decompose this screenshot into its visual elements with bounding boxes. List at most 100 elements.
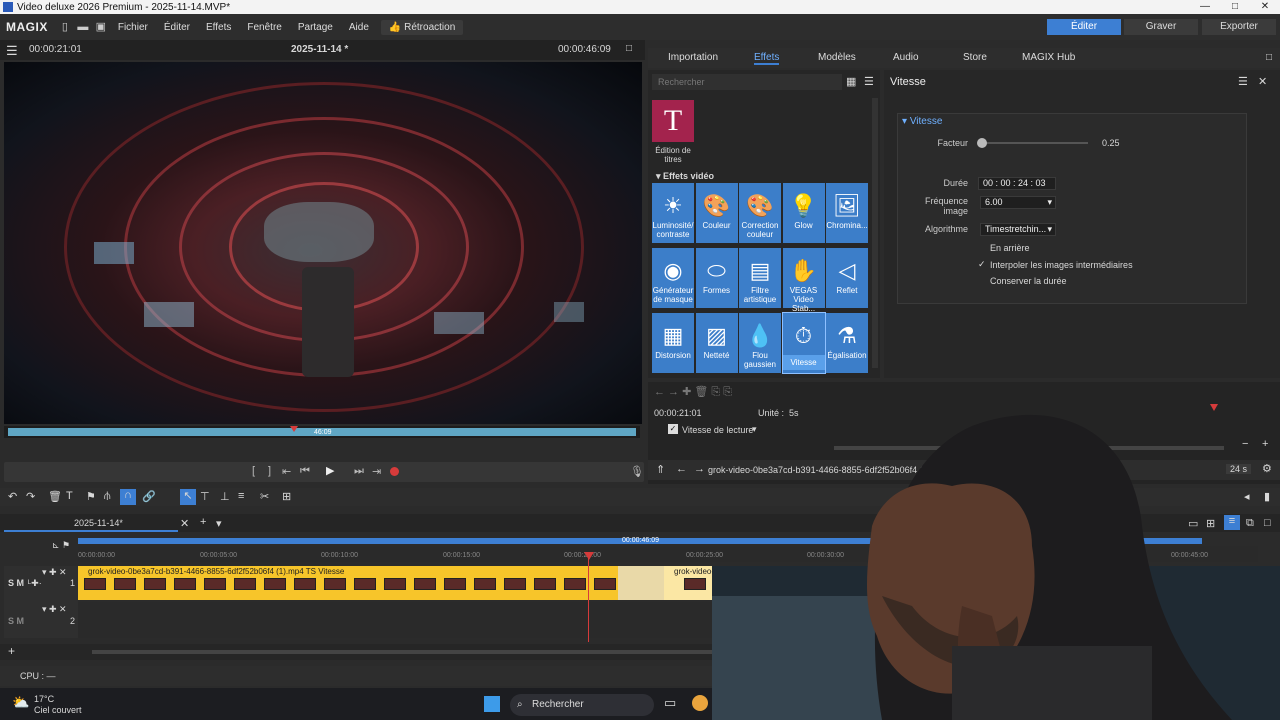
tab-modeles[interactable]: Modèles — [818, 52, 856, 63]
menu-effets[interactable]: Effets — [198, 22, 239, 33]
mark-out-icon[interactable]: ] — [268, 465, 271, 477]
track1-solo-mute[interactable]: S M — [8, 578, 24, 588]
frequence-select[interactable]: 6.00 ▾ — [980, 196, 1056, 209]
clip-transition[interactable] — [618, 566, 664, 600]
link-icon[interactable]: 🔗 — [142, 490, 156, 503]
microphone-icon[interactable]: 🎙 — [630, 465, 644, 478]
effect-tile-shapes[interactable]: ⬭ Formes — [695, 248, 738, 308]
mode-graver-button[interactable]: Graver — [1124, 19, 1198, 35]
effect-tile-color[interactable]: 🎨 Couleur — [695, 183, 738, 243]
marker-icon[interactable]: ⚑ — [86, 490, 96, 503]
effect-tile-sharpness[interactable]: ▨ Netteté — [695, 313, 738, 373]
record-button[interactable] — [390, 467, 399, 476]
text-icon[interactable]: T — [66, 490, 73, 502]
effect-tile-equalization[interactable]: ⚗ Égalisation — [826, 313, 868, 373]
title-editing-tile[interactable]: T — [652, 100, 694, 142]
hamburger-menu-icon[interactable]: ☰ — [6, 43, 18, 59]
mark-in-icon[interactable]: [ — [252, 465, 255, 477]
effects-search-input[interactable]: Rechercher — [652, 74, 842, 90]
minimize-button[interactable]: — — [1190, 0, 1220, 14]
fit-icon[interactable]: ⊞ — [282, 490, 291, 503]
trim-icon[interactable]: ⊤ — [200, 490, 210, 503]
kf-toolbar-icons[interactable]: ← → ✚ 🗑 ⎘ ⎘ — [654, 385, 732, 399]
weather-icon[interactable]: ⛅ — [12, 694, 29, 711]
menu-editer[interactable]: Éditer — [156, 22, 198, 33]
tab-audio[interactable]: Audio — [893, 52, 919, 63]
effect-tile-gaussian-blur[interactable]: 💧 Flou gaussien — [739, 313, 781, 373]
prev-marker-icon[interactable]: ⏮ — [300, 465, 310, 478]
effect-tile-vitesse[interactable]: ⏱ Vitesse — [781, 312, 826, 374]
video-preview[interactable] — [4, 62, 642, 424]
pointer-icon[interactable]: ↖ — [180, 489, 196, 505]
timeline-scrollbar[interactable] — [92, 650, 712, 654]
track2-solo-mute[interactable]: S M — [8, 616, 24, 626]
effect-tile-artistic-filter[interactable]: ▤ Filtre artistique — [739, 248, 781, 308]
save-icon[interactable]: ▣ — [95, 21, 107, 33]
menu-partage[interactable]: Partage — [290, 22, 341, 33]
vitesse-lecture-checkbox[interactable]: ✓ — [668, 424, 678, 434]
track1-controls[interactable]: ▾ ✚ ✕ — [42, 567, 67, 578]
open-folder-icon[interactable]: ▬ — [77, 21, 89, 33]
taskbar-search[interactable]: ⌕ Rechercher — [510, 694, 654, 716]
undo-icon[interactable]: ↶ — [8, 490, 17, 503]
tab-effets[interactable]: Effets — [754, 52, 780, 65]
tab-magix-hub[interactable]: MAGIX Hub — [1022, 52, 1075, 63]
mode-exporter-button[interactable]: Exporter — [1202, 19, 1276, 35]
panel-menu-icon[interactable]: ☰ — [1238, 75, 1248, 88]
menu-fenetre[interactable]: Fenêtre — [239, 22, 289, 33]
timeline-playhead[interactable] — [588, 556, 589, 642]
track2-controls[interactable]: ▾ ✚ ✕ — [42, 604, 67, 615]
tab-store[interactable]: Store — [963, 52, 987, 63]
section-video-effects[interactable]: ▾ Effets vidéo — [656, 171, 714, 182]
effects-scrollbar[interactable] — [872, 98, 878, 368]
facteur-slider-thumb[interactable] — [977, 138, 987, 148]
maximize-button[interactable]: □ — [1220, 0, 1250, 14]
add-tab-icon[interactable]: + — [200, 516, 206, 528]
goto-end-icon[interactable]: ⇥ — [372, 465, 381, 478]
next-marker-icon[interactable]: ⏭ — [354, 465, 364, 478]
effect-tile-color-correction[interactable]: 🎨 Correction couleur — [739, 183, 781, 243]
effect-tile-glow[interactable]: 💡 Glow — [782, 183, 825, 243]
menu-fichier[interactable]: Fichier — [110, 22, 156, 33]
add-track-icon[interactable]: + — [8, 644, 15, 658]
panel-maximize-icon[interactable]: □ — [1266, 52, 1272, 63]
delete-icon[interactable]: 🗑 — [48, 490, 62, 503]
ripple-icon[interactable]: ⊥ — [220, 490, 230, 503]
conserver-checkbox[interactable] — [978, 276, 987, 285]
close-button[interactable]: ✕ — [1250, 0, 1280, 14]
redo-icon[interactable]: ↷ — [26, 490, 35, 503]
cut-icon[interactable]: ✂ — [260, 490, 269, 503]
scrub-playhead[interactable] — [290, 426, 298, 432]
close-tab-icon[interactable]: ✕ — [180, 517, 189, 530]
timeline-playhead-marker[interactable] — [584, 552, 594, 560]
effect-tile-distortion[interactable]: ▦ Distorsion — [652, 313, 694, 373]
effect-tile-mask-generator[interactable]: ◉ Générateur de masque — [652, 248, 694, 308]
nav-right-icon[interactable]: → — [694, 463, 705, 475]
menu-aide[interactable]: Aide — [341, 22, 377, 33]
effect-tile-reflection[interactable]: ◁ Reflet — [826, 248, 868, 308]
duree-field[interactable]: 00 : 00 : 24 : 03 — [978, 177, 1056, 190]
windows-start-icon[interactable] — [484, 696, 500, 712]
interpoler-checkbox[interactable]: ✓ — [978, 259, 986, 270]
vitesse-section[interactable]: ▾ Vitesse — [902, 116, 942, 127]
facteur-slider[interactable] — [982, 142, 1088, 144]
mode-editer-button[interactable]: Éditer — [1047, 19, 1121, 35]
algorithme-select[interactable]: Timestretchin... ▾ — [980, 223, 1056, 236]
snap-icon[interactable]: ⊾ ⚑ — [52, 540, 70, 551]
en-arriere-checkbox[interactable] — [978, 243, 987, 252]
goto-start-icon[interactable]: ⇤ — [282, 465, 291, 478]
group-icon[interactable]: ≡ — [238, 490, 244, 502]
split-icon[interactable]: ⫛ — [104, 490, 111, 503]
facteur-value[interactable]: 0.25 — [1102, 138, 1120, 148]
fullscreen-icon[interactable]: □ — [626, 43, 632, 54]
grid-view-icon[interactable]: ▦ — [846, 75, 856, 88]
chrome-icon[interactable] — [692, 695, 708, 711]
effect-tile-chroma[interactable]: 🖼 Chromina... — [826, 183, 868, 243]
effect-tile-brightness-contrast[interactable]: ☀ Luminosité/ contraste — [652, 183, 694, 243]
panel-close-icon[interactable]: ✕ — [1258, 75, 1267, 88]
chevron-down-icon[interactable]: ▾ — [216, 517, 222, 530]
timeline-tab-active[interactable]: 2025-11-14* — [4, 514, 178, 532]
list-view-icon[interactable]: ☰ — [864, 75, 874, 88]
new-file-icon[interactable]: ▯ — [59, 21, 71, 33]
task-view-icon[interactable]: ▭ — [664, 695, 676, 711]
